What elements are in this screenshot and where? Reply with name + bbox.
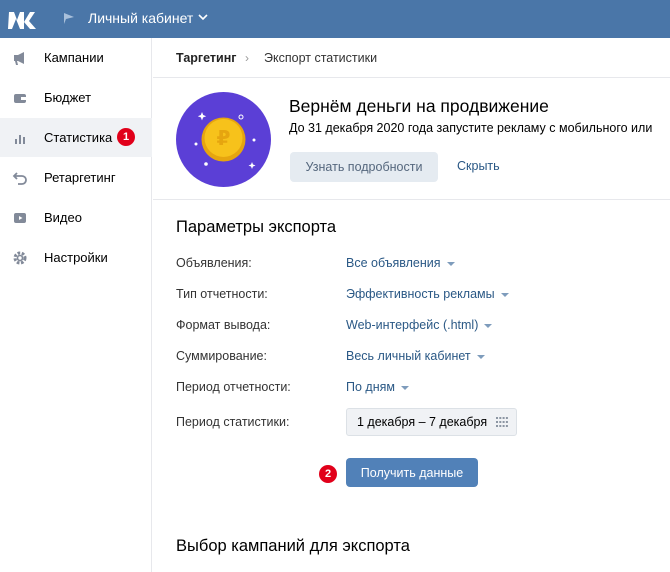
sidebar-item-statistics[interactable]: Статистика 1 xyxy=(0,118,152,157)
coin-promo-icon: ₽ xyxy=(176,92,271,187)
calendar-icon xyxy=(496,417,508,427)
sidebar-item-label: Ретаргетинг xyxy=(44,170,116,185)
caret-down-icon xyxy=(500,292,509,297)
sidebar-item-campaigns[interactable]: Кампании xyxy=(0,38,152,77)
main-content: Таргетинг › Экспорт статистики ₽ Вернём … xyxy=(153,38,670,572)
cabinet-title[interactable]: Личный кабинет xyxy=(88,10,193,26)
param-dropdown-report-period[interactable]: По дням xyxy=(346,380,409,394)
export-params-title: Параметры экспорта xyxy=(176,218,337,236)
param-dropdown-ads[interactable]: Все объявления xyxy=(346,256,455,270)
sidebar-item-video[interactable]: Видео xyxy=(0,198,152,237)
param-label-ads: Объявления: xyxy=(176,256,252,270)
top-bar: Личный кабинет xyxy=(0,0,670,38)
caret-down-icon xyxy=(476,354,485,359)
vk-logo[interactable] xyxy=(8,7,38,31)
param-label-report-period: Период отчетности: xyxy=(176,380,291,394)
learn-more-button[interactable]: Узнать подробности xyxy=(290,152,438,182)
param-label-report-type: Тип отчетности: xyxy=(176,287,268,301)
sidebar-item-settings[interactable]: Настройки xyxy=(0,238,152,277)
megaphone-icon xyxy=(12,50,28,66)
date-range-picker[interactable]: 1 декабря – 7 декабря xyxy=(346,408,517,436)
sidebar: Кампании Бюджет Статистика 1 Ретаргетинг… xyxy=(0,38,152,572)
breadcrumb: Таргетинг › Экспорт статистики xyxy=(153,38,670,78)
caret-down-icon xyxy=(400,385,409,390)
breadcrumb-item-export: Экспорт статистики xyxy=(264,51,378,65)
breadcrumb-separator: › xyxy=(245,51,249,65)
divider xyxy=(153,199,670,200)
param-value-text: По дням xyxy=(346,380,395,394)
caret-down-icon xyxy=(484,323,493,328)
caret-down-icon xyxy=(446,261,455,266)
param-label-summation: Суммирование: xyxy=(176,349,267,363)
wallet-icon xyxy=(12,90,28,106)
sidebar-item-budget[interactable]: Бюджет xyxy=(0,78,152,117)
sidebar-item-label: Видео xyxy=(44,210,82,225)
param-value-text: Эффективность рекламы xyxy=(346,287,495,301)
param-value-text: Весь личный кабинет xyxy=(346,349,471,363)
param-dropdown-output-format[interactable]: Web-интерфейс (.html) xyxy=(346,318,493,332)
bar-chart-icon xyxy=(12,130,28,146)
param-value-text: Web-интерфейс (.html) xyxy=(346,318,479,332)
ruble-sign: ₽ xyxy=(217,126,231,150)
return-arrow-icon xyxy=(12,170,28,186)
hide-promo-button[interactable]: Скрыть xyxy=(457,159,500,173)
param-dropdown-summation[interactable]: Весь личный кабинет xyxy=(346,349,485,363)
step-badge: 1 xyxy=(117,128,135,146)
date-range-value: 1 декабря – 7 декабря xyxy=(357,415,488,429)
breadcrumb-item-targeting[interactable]: Таргетинг xyxy=(176,51,236,65)
param-dropdown-report-type[interactable]: Эффективность рекламы xyxy=(346,287,509,301)
step-badge: 2 xyxy=(319,465,337,483)
play-icon xyxy=(12,210,28,226)
sidebar-item-label: Настройки xyxy=(44,250,108,265)
sidebar-item-label: Кампании xyxy=(44,50,104,65)
get-data-button[interactable]: Получить данные xyxy=(346,458,478,487)
param-label-output-format: Формат вывода: xyxy=(176,318,271,332)
sidebar-item-label: Бюджет xyxy=(44,90,92,105)
param-label-stats-period: Период статистики: xyxy=(176,415,290,429)
sidebar-item-label: Статистика xyxy=(44,130,113,145)
gear-icon xyxy=(12,250,28,266)
sidebar-item-retargeting[interactable]: Ретаргетинг xyxy=(0,158,152,197)
param-value-text: Все объявления xyxy=(346,256,441,270)
promo-title: Вернём деньги на продвижение xyxy=(289,96,549,116)
promo-subtitle: До 31 декабря 2020 года запустите реклам… xyxy=(289,121,653,135)
flag-icon xyxy=(64,13,74,24)
campaigns-select-title: Выбор кампаний для экспорта xyxy=(176,537,410,555)
chevron-down-icon[interactable] xyxy=(198,12,208,22)
